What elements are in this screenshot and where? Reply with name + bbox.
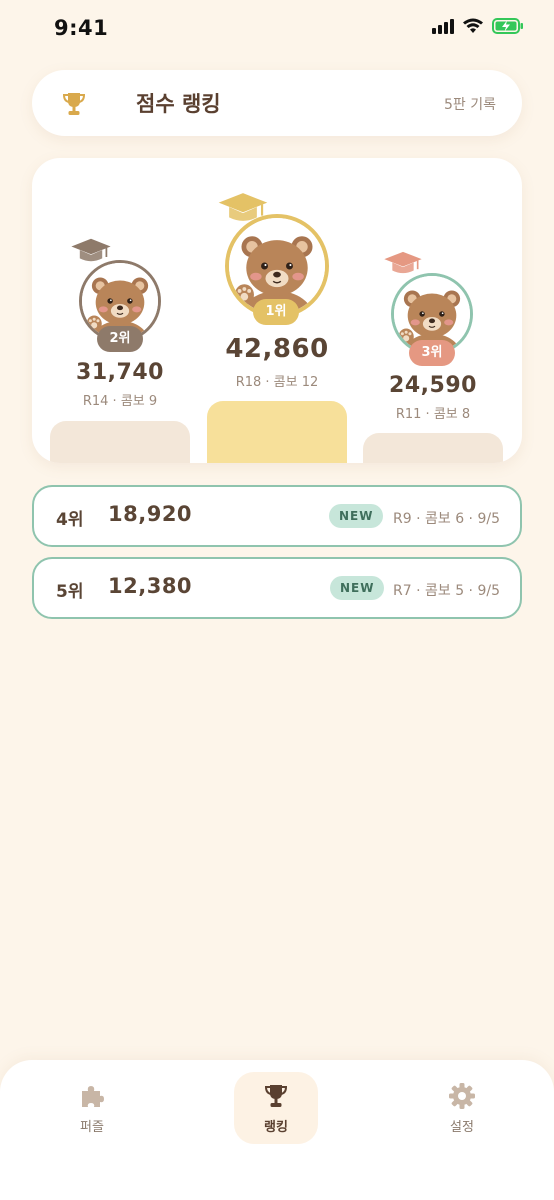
battery-charging-icon bbox=[492, 18, 523, 34]
tab-puzzle[interactable]: 퍼즐 bbox=[50, 1072, 134, 1144]
score-3rd: 24,590 bbox=[389, 373, 477, 398]
status-time: 9:41 bbox=[54, 16, 109, 40]
tab-label: 설정 bbox=[450, 1120, 474, 1135]
podium-block-3rd bbox=[363, 433, 503, 463]
system-icons bbox=[432, 18, 524, 34]
status-bar: 9:41 bbox=[0, 0, 554, 60]
row-meta: R7 · 콤보 5 · 9/5 bbox=[393, 583, 500, 599]
podium-block-2nd bbox=[50, 421, 190, 463]
record-count: 5판 기록 bbox=[444, 97, 496, 113]
trophy-icon bbox=[62, 93, 86, 115]
rank-badge-3rd: 3위 bbox=[409, 340, 455, 366]
podium-block-1st bbox=[207, 401, 347, 463]
rank-badge-2nd: 2위 bbox=[97, 326, 143, 352]
meta-1st: R18 · 콤보 12 bbox=[235, 375, 319, 390]
tab-label: 랭킹 bbox=[264, 1120, 288, 1135]
cellular-signal-icon bbox=[432, 18, 454, 34]
tab-bar: 퍼즐 랭킹 설정 bbox=[0, 1060, 554, 1200]
puzzle-icon bbox=[82, 1086, 104, 1107]
tab-label: 퍼즐 bbox=[80, 1120, 104, 1135]
trophy-icon bbox=[264, 1085, 288, 1107]
meta-3rd: R11 · 콤보 8 bbox=[395, 407, 471, 422]
ranking-header: 점수 랭킹 5판 기록 bbox=[32, 70, 522, 136]
row-score: 12,380 bbox=[108, 574, 193, 598]
meta-2nd: R14 · 콤보 9 bbox=[82, 394, 158, 409]
page-title: 점수 랭킹 bbox=[136, 92, 221, 116]
row-score: 18,920 bbox=[108, 502, 193, 526]
ranking-screen: 9:41 점수 랭킹 5판 기록 2위 31,740 R14 · 콤보 9 1위… bbox=[0, 0, 554, 1200]
graduation-cap-icon bbox=[383, 249, 423, 276]
ranking-row-5[interactable]: 5위 12,380 NEW R7 · 콤보 5 · 9/5 bbox=[32, 557, 522, 619]
podium-card: 2위 31,740 R14 · 콤보 9 1위 42,860 R18 · 콤보 … bbox=[32, 158, 522, 463]
row-rank: 4위 bbox=[56, 510, 84, 530]
ranking-row-4[interactable]: 4위 18,920 NEW R9 · 콤보 6 · 9/5 bbox=[32, 485, 522, 547]
score-1st: 42,860 bbox=[225, 334, 329, 364]
row-meta: R9 · 콤보 6 · 9/5 bbox=[393, 511, 500, 527]
score-2nd: 31,740 bbox=[76, 360, 164, 385]
new-badge: NEW bbox=[329, 504, 384, 528]
row-rank: 5위 bbox=[56, 582, 84, 602]
rank-badge-1st: 1위 bbox=[253, 299, 299, 325]
gear-icon bbox=[449, 1083, 475, 1109]
wifi-icon bbox=[463, 18, 483, 33]
graduation-cap-icon bbox=[70, 236, 112, 264]
tab-ranking[interactable]: 랭킹 bbox=[234, 1072, 318, 1144]
new-badge: NEW bbox=[330, 576, 385, 600]
tab-settings[interactable]: 설정 bbox=[420, 1072, 504, 1144]
